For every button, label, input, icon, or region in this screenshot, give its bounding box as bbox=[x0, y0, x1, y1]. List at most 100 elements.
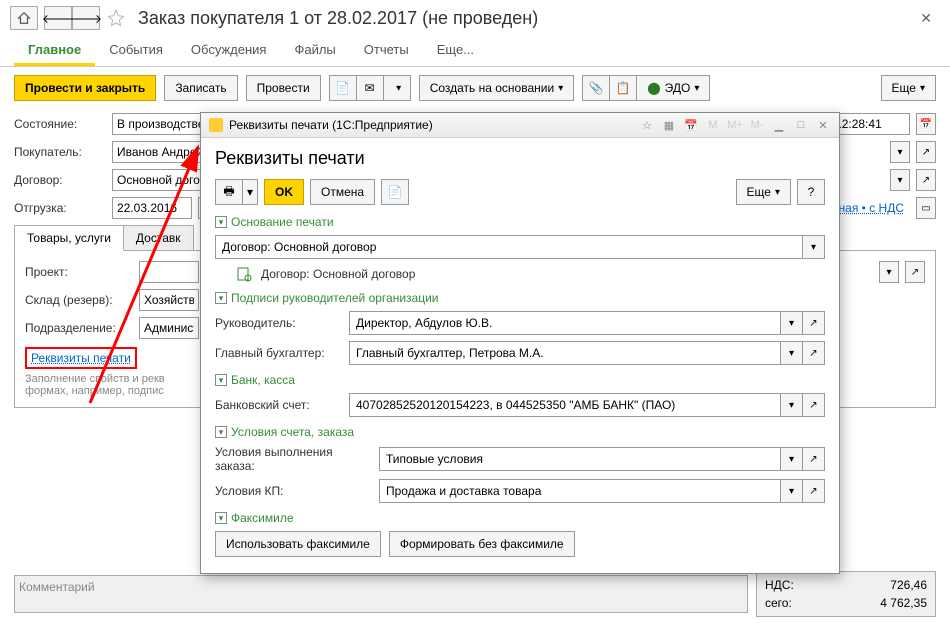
vat-link[interactable]: чная • с НДС bbox=[832, 201, 904, 215]
subtab-goods[interactable]: Товары, услуги bbox=[14, 225, 124, 251]
total-value: 4 762,35 bbox=[880, 596, 927, 610]
dialog-heading: Реквизиты печати bbox=[215, 148, 825, 169]
kp-input[interactable] bbox=[379, 479, 781, 503]
section-bank[interactable]: ▾ Банк, касса bbox=[215, 373, 825, 387]
print-requisites-dialog: Реквизиты печати (1С:Предприятие) ☆ ▦ 📅 … bbox=[200, 112, 840, 574]
contract-open-button[interactable]: ↗ bbox=[916, 169, 936, 191]
dialog-titlebar: Реквизиты печати (1С:Предприятие) ☆ ▦ 📅 … bbox=[201, 113, 839, 138]
section-signers[interactable]: ▾ Подписи руководителей организации bbox=[215, 291, 825, 305]
accountant-label: Главный бухгалтер: bbox=[215, 346, 345, 360]
bank-open-button[interactable]: ↗ bbox=[803, 393, 825, 417]
edo-button[interactable]: ⬤ЭДО bbox=[636, 75, 710, 101]
email-icon-button[interactable]: ✉ bbox=[356, 75, 384, 101]
forward-button[interactable]: 🡒 bbox=[72, 6, 100, 30]
tab-reports[interactable]: Отчеты bbox=[350, 36, 423, 66]
state-input[interactable] bbox=[112, 113, 212, 135]
accountant-open-button[interactable]: ↗ bbox=[803, 341, 825, 365]
project-input[interactable] bbox=[139, 261, 199, 283]
bank-input[interactable] bbox=[349, 393, 781, 417]
close-button[interactable]: ✕ bbox=[912, 8, 940, 29]
print-icon-button[interactable]: 📄 bbox=[329, 75, 357, 101]
cancel-button[interactable]: Отмена bbox=[310, 179, 375, 205]
caret-icon: ▾ bbox=[215, 216, 227, 228]
app-icon bbox=[209, 118, 223, 132]
document-icon[interactable] bbox=[235, 265, 253, 283]
form-without-facsimile-button[interactable]: Формировать без факсимиле bbox=[389, 531, 575, 557]
order-cond-label: Условия выполнения заказа: bbox=[215, 445, 375, 473]
m-plus-icon[interactable]: M+ bbox=[727, 117, 743, 133]
more-button[interactable]: Еще bbox=[881, 75, 936, 101]
section-basis[interactable]: ▾ Основание печати bbox=[215, 215, 825, 229]
section-facsimile[interactable]: ▾ Факсимиле bbox=[215, 511, 825, 525]
tab-discussions[interactable]: Обсуждения bbox=[177, 36, 281, 66]
vat-label: НДС: bbox=[765, 578, 794, 592]
order-cond-open-button[interactable]: ↗ bbox=[803, 447, 825, 471]
totals-panel: НДС: 726,46 сего: 4 762,35 bbox=[756, 571, 936, 617]
project-open-button[interactable]: ↗ bbox=[905, 261, 925, 283]
head-open-button[interactable]: ↗ bbox=[803, 311, 825, 335]
kp-open-button[interactable]: ↗ bbox=[803, 479, 825, 503]
basis-select-button[interactable]: ▾ bbox=[803, 235, 825, 259]
head-select-button[interactable]: ▾ bbox=[781, 311, 803, 335]
comment-input[interactable]: Комментарий bbox=[14, 575, 748, 613]
dialog-app-title: Реквизиты печати (1С:Предприятие) bbox=[229, 118, 433, 132]
project-select-button[interactable]: ▾ bbox=[879, 261, 899, 283]
ok-button[interactable]: OK bbox=[264, 179, 304, 205]
post-button[interactable]: Провести bbox=[246, 75, 321, 101]
caret-icon: ▾ bbox=[215, 292, 227, 304]
project-label: Проект: bbox=[25, 265, 133, 279]
calendar-dialog-icon[interactable]: 📅 bbox=[683, 117, 699, 133]
accountant-input[interactable] bbox=[349, 341, 781, 365]
favorite-icon[interactable] bbox=[106, 8, 126, 28]
head-input[interactable] bbox=[349, 311, 781, 335]
tab-events[interactable]: События bbox=[95, 36, 177, 66]
dialog-more-button[interactable]: Еще bbox=[736, 179, 791, 205]
stock-input[interactable] bbox=[139, 289, 199, 311]
buyer-input[interactable] bbox=[112, 141, 212, 163]
vat-value: 726,46 bbox=[890, 578, 927, 592]
dept-input[interactable] bbox=[139, 317, 199, 339]
tab-files[interactable]: Файлы bbox=[280, 36, 349, 66]
m-icon[interactable]: M bbox=[705, 117, 721, 133]
post-and-close-button[interactable]: Провести и закрыть bbox=[14, 75, 156, 101]
m-minus-icon[interactable]: M- bbox=[749, 117, 765, 133]
tab-more[interactable]: Еще... bbox=[423, 36, 488, 66]
caret-icon: ▾ bbox=[215, 512, 227, 524]
order-cond-input[interactable] bbox=[379, 447, 781, 471]
buyer-open-button[interactable]: ↗ bbox=[916, 141, 936, 163]
calendar-icon[interactable]: 📅 bbox=[916, 113, 936, 135]
dialog-print-button[interactable]: 🖶 bbox=[215, 179, 243, 205]
create-based-button[interactable]: Создать на основании bbox=[419, 75, 575, 101]
total-label: сего: bbox=[765, 596, 792, 610]
save-button[interactable]: Записать bbox=[164, 75, 237, 101]
use-facsimile-button[interactable]: Использовать факсимиле bbox=[215, 531, 381, 557]
favorite-dialog-icon[interactable]: ☆ bbox=[639, 117, 655, 133]
email-dropdown-button[interactable] bbox=[383, 75, 411, 101]
contract-input[interactable] bbox=[112, 169, 212, 191]
subtab-delivery[interactable]: Доставк bbox=[123, 225, 194, 251]
calc-icon[interactable]: ▦ bbox=[661, 117, 677, 133]
accountant-select-button[interactable]: ▾ bbox=[781, 341, 803, 365]
dialog-refresh-button[interactable]: 📄 bbox=[381, 179, 409, 205]
back-button[interactable]: 🡐 bbox=[44, 6, 72, 30]
tab-main[interactable]: Главное bbox=[14, 36, 95, 66]
ship-input[interactable] bbox=[112, 197, 192, 219]
state-label: Состояние: bbox=[14, 117, 106, 131]
help-button[interactable]: ? bbox=[797, 179, 825, 205]
print-requisites-link[interactable]: Реквизиты печати bbox=[25, 347, 137, 369]
dialog-print-dropdown[interactable]: ▾ bbox=[242, 179, 258, 205]
section-invoice[interactable]: ▾ Условия счета, заказа bbox=[215, 425, 825, 439]
vat-settings-icon[interactable]: ▭ bbox=[916, 197, 936, 219]
contract-select-button[interactable]: ▾ bbox=[890, 169, 910, 191]
dialog-max-icon[interactable]: □ bbox=[793, 117, 809, 133]
home-button[interactable] bbox=[10, 6, 38, 30]
bank-select-button[interactable]: ▾ bbox=[781, 393, 803, 417]
dialog-min-icon[interactable]: ▁ bbox=[771, 117, 787, 133]
dialog-close-icon[interactable]: ✕ bbox=[815, 117, 831, 133]
buyer-select-button[interactable]: ▾ bbox=[890, 141, 910, 163]
attach-icon-button[interactable]: 📋 bbox=[609, 75, 637, 101]
related-button[interactable]: 📎 bbox=[582, 75, 610, 101]
kp-select-button[interactable]: ▾ bbox=[781, 479, 803, 503]
basis-input[interactable] bbox=[215, 235, 803, 259]
order-cond-select-button[interactable]: ▾ bbox=[781, 447, 803, 471]
